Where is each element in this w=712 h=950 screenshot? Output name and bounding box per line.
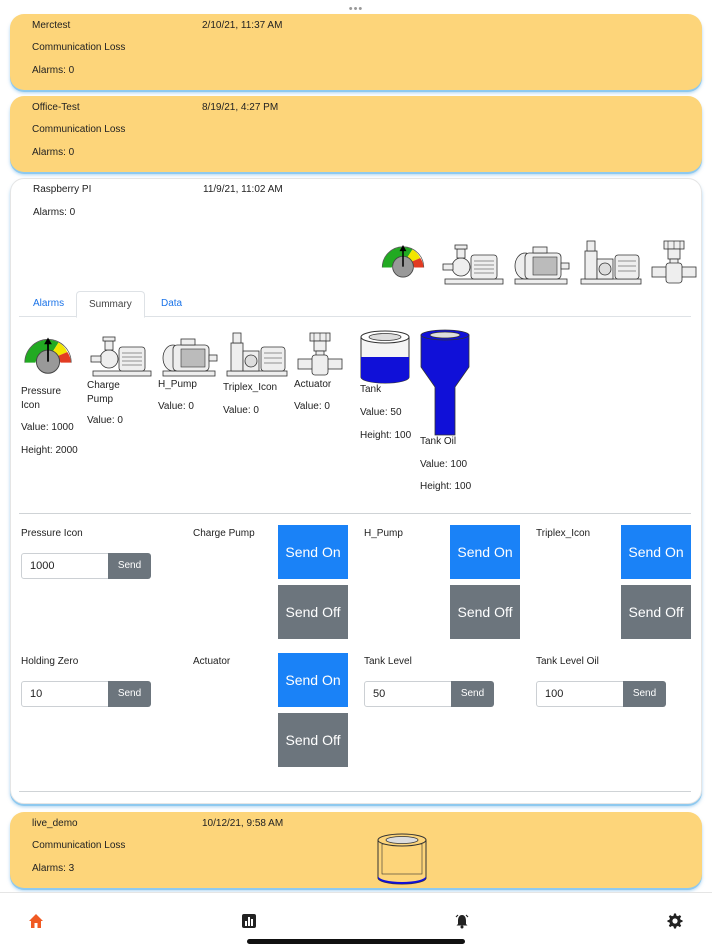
home-icon[interactable] bbox=[28, 913, 44, 929]
charge-pump-icon bbox=[89, 331, 153, 379]
summary-actuator-value: Value: 0 bbox=[294, 401, 330, 412]
charge-pump-send-on-button[interactable]: Send On bbox=[278, 525, 348, 579]
summary-pressure-height: Height: 2000 bbox=[21, 445, 78, 456]
tank-level-oil-send-button[interactable]: Send bbox=[623, 681, 666, 707]
charge-pump-send-off-button[interactable]: Send Off bbox=[278, 585, 348, 639]
summary-triplex-value: Value: 0 bbox=[223, 405, 259, 416]
device-alarms: Alarms: 0 bbox=[33, 207, 76, 218]
summary-charge-name: Charge Pump bbox=[87, 380, 120, 405]
summary-tank-name: Tank bbox=[360, 384, 382, 395]
triplex-send-on-button[interactable]: Send On bbox=[621, 525, 691, 579]
tab-bar: Alarms Summary Data bbox=[19, 291, 691, 318]
summary-triplex-name: Triplex_Icon bbox=[223, 382, 278, 393]
gear-icon[interactable] bbox=[667, 913, 683, 929]
device-card-merctest[interactable]: Merctest 2/10/21, 11:37 AM Communication… bbox=[10, 14, 702, 90]
triplex-icon bbox=[579, 235, 643, 289]
device-timestamp: 2/10/21, 11:37 AM bbox=[202, 20, 283, 31]
actuator-send-on-button[interactable]: Send On bbox=[278, 653, 348, 707]
device-timestamp: 10/12/21, 9:58 AM bbox=[202, 818, 284, 829]
device-status: Communication Loss bbox=[32, 42, 126, 53]
h-pump-icon bbox=[159, 331, 219, 379]
summary-charge-value: Value: 0 bbox=[87, 415, 123, 426]
holding-zero-input[interactable]: 10 bbox=[21, 681, 109, 707]
control-tankleveloil-label: Tank Level Oil bbox=[536, 656, 599, 667]
summary-tankoil-height: Height: 100 bbox=[420, 481, 472, 492]
tab-data[interactable]: Data bbox=[149, 291, 194, 318]
chart-icon[interactable] bbox=[241, 913, 257, 929]
device-name: Office-Test bbox=[32, 102, 80, 113]
device-alarms: Alarms: 3 bbox=[32, 863, 75, 874]
h-pump-send-off-button[interactable]: Send Off bbox=[450, 585, 520, 639]
h-pump-send-on-button[interactable]: Send On bbox=[450, 525, 520, 579]
control-triplex-label: Triplex_Icon bbox=[536, 528, 591, 539]
control-hpump-label: H_Pump bbox=[364, 528, 403, 539]
summary-tankoil-name: Tank Oil bbox=[420, 436, 457, 447]
triplex-send-off-button[interactable]: Send Off bbox=[621, 585, 691, 639]
holding-zero-send-button[interactable]: Send bbox=[108, 681, 151, 707]
device-status: Communication Loss bbox=[32, 124, 126, 135]
device-name: Merctest bbox=[32, 20, 71, 31]
summary-hpump-value: Value: 0 bbox=[158, 401, 194, 412]
tank-level-oil-input[interactable]: 100 bbox=[536, 681, 624, 707]
summary-tank-height: Height: 100 bbox=[360, 430, 412, 441]
device-status: Communication Loss bbox=[32, 840, 126, 851]
divider bbox=[19, 791, 691, 792]
alarm-bell-icon[interactable] bbox=[454, 913, 470, 929]
summary-actuator-name: Actuator bbox=[294, 379, 332, 390]
device-card-office-test[interactable]: Office-Test 8/19/21, 4:27 PM Communicati… bbox=[10, 96, 702, 172]
summary-pressure-name: Pressure Icon bbox=[21, 386, 62, 411]
device-alarms: Alarms: 0 bbox=[32, 65, 75, 76]
pressure-input[interactable]: 1000 bbox=[21, 553, 109, 579]
control-charge-label: Charge Pump bbox=[193, 528, 255, 539]
control-actuator-label: Actuator bbox=[193, 656, 231, 667]
summary-pressure-value: Value: 1000 bbox=[21, 422, 74, 433]
divider bbox=[19, 513, 691, 514]
tank-level-input[interactable]: 50 bbox=[364, 681, 452, 707]
device-name: Raspberry PI bbox=[33, 184, 92, 195]
device-card-raspberry-pi[interactable]: Raspberry PI 11/9/21, 11:02 AM Alarms: 0… bbox=[10, 178, 702, 804]
summary-tank-value: Value: 50 bbox=[360, 407, 402, 418]
device-alarms: Alarms: 0 bbox=[32, 147, 75, 158]
triplex-icon bbox=[225, 327, 289, 381]
actuator-icon bbox=[295, 331, 345, 379]
tank-oil-icon bbox=[420, 329, 470, 436]
summary-hpump-name: H_Pump bbox=[158, 379, 197, 390]
actuator-icon bbox=[649, 239, 699, 287]
tank-icon bbox=[377, 833, 427, 885]
control-holding-label: Holding Zero bbox=[21, 656, 79, 667]
pressure-send-button[interactable]: Send bbox=[108, 553, 151, 579]
window-options-icon[interactable]: ••• bbox=[346, 4, 366, 15]
device-name: live_demo bbox=[32, 818, 78, 829]
device-timestamp: 11/9/21, 11:02 AM bbox=[203, 184, 283, 195]
charge-pump-icon bbox=[441, 239, 505, 287]
device-card-live-demo[interactable]: live_demo 10/12/21, 9:58 AM Communicatio… bbox=[10, 812, 702, 888]
h-pump-icon bbox=[511, 239, 571, 287]
tab-alarms[interactable]: Alarms bbox=[21, 291, 76, 318]
tank-level-send-button[interactable]: Send bbox=[451, 681, 494, 707]
tab-summary[interactable]: Summary bbox=[76, 291, 145, 318]
pressure-gauge-icon bbox=[377, 237, 429, 279]
device-timestamp: 8/19/21, 4:27 PM bbox=[202, 102, 279, 113]
control-pressure-label: Pressure Icon bbox=[21, 528, 83, 539]
summary-tankoil-value: Value: 100 bbox=[420, 459, 468, 470]
actuator-send-off-button[interactable]: Send Off bbox=[278, 713, 348, 767]
control-tanklevel-label: Tank Level bbox=[364, 656, 412, 667]
tank-icon bbox=[360, 330, 410, 384]
home-indicator[interactable] bbox=[247, 939, 465, 944]
pressure-gauge-icon bbox=[19, 329, 77, 375]
